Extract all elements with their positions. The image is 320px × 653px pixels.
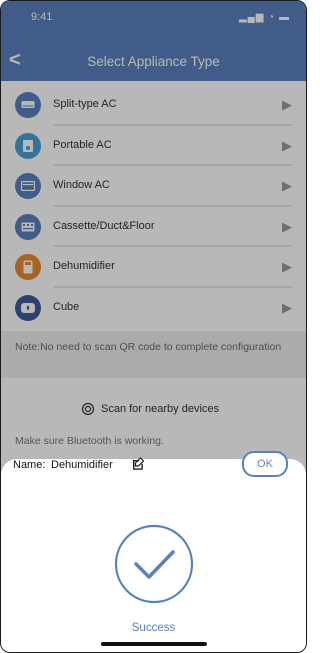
phone-frame: 9:41 ▂▄▆ ◔ ▬ < Select Appliance Type Spl… bbox=[0, 0, 307, 653]
name-label: Name: bbox=[13, 459, 46, 471]
name-value: Dehumidifier bbox=[51, 459, 113, 471]
success-label: Success bbox=[131, 622, 176, 634]
success-sheet: Name: Dehumidifier OK Success bbox=[1, 451, 306, 652]
check-icon bbox=[114, 524, 194, 609]
ok-button[interactable]: OK bbox=[242, 451, 288, 477]
home-indicator bbox=[101, 642, 207, 646]
edit-icon[interactable] bbox=[131, 457, 145, 476]
